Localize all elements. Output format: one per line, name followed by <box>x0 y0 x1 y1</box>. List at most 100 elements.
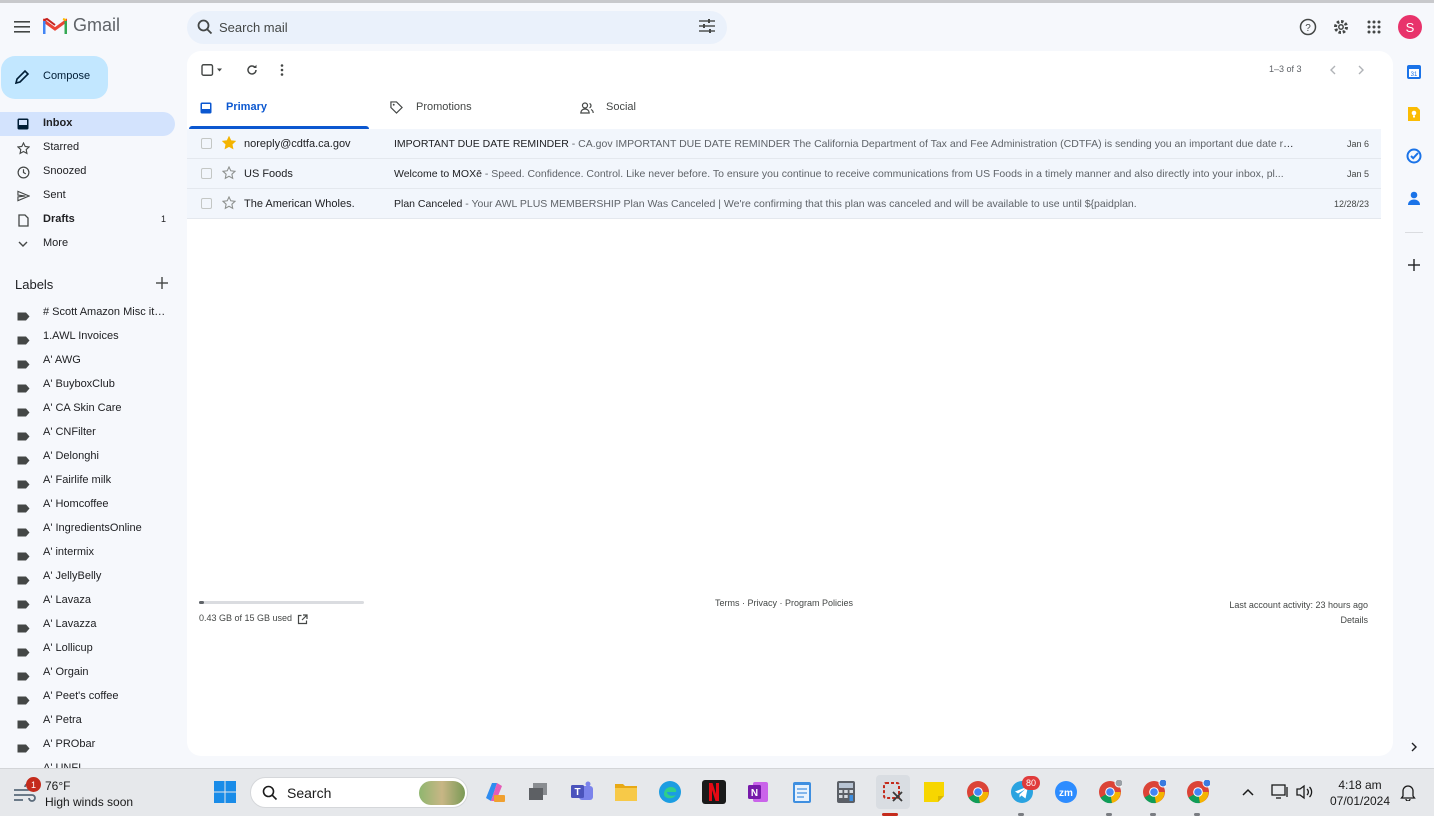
hide-side-panel-button[interactable] <box>1405 738 1423 756</box>
pagination-text: 1–3 of 3 <box>1269 64 1302 74</box>
edge-app[interactable] <box>656 778 684 806</box>
email-checkbox[interactable] <box>201 198 212 209</box>
sidebar-label-item[interactable]: A' CNFilter <box>0 420 176 444</box>
volume-button[interactable] <box>1296 784 1314 803</box>
google-apps-button[interactable] <box>1363 16 1385 38</box>
label-name: A' Lavazza <box>43 618 97 630</box>
sidebar-label-item[interactable]: A' intermix <box>0 540 176 564</box>
snipping-tool-app[interactable] <box>876 775 910 809</box>
details-link[interactable]: Details <box>1229 613 1368 628</box>
sidebar-label-item[interactable]: A' Homcoffee <box>0 492 176 516</box>
search-icon <box>262 785 278 801</box>
show-hidden-icons-button[interactable] <box>1242 783 1254 799</box>
search-bar[interactable] <box>187 11 727 44</box>
network-button[interactable] <box>1271 784 1289 803</box>
sidebar-label-item[interactable]: A' PRObar <box>0 732 176 756</box>
copilot-app[interactable] <box>480 778 508 806</box>
sidebar-label-item[interactable]: A' Delonghi <box>0 444 176 468</box>
netflix-app[interactable] <box>700 778 728 806</box>
label-tag-icon <box>17 548 30 564</box>
calculator-app[interactable] <box>832 778 860 806</box>
sidebar-label-item[interactable]: A' Orgain <box>0 660 176 684</box>
refresh-button[interactable] <box>245 63 259 77</box>
sidebar-item-drafts[interactable]: Drafts 1 <box>0 208 176 232</box>
label-name: A' Orgain <box>43 666 89 678</box>
sidebar-label-item[interactable]: 1.AWL Invoices <box>0 324 176 348</box>
tab-promotions[interactable]: Promotions <box>377 89 559 129</box>
teams-app[interactable]: T <box>568 778 596 806</box>
open-storage-button[interactable] <box>297 612 308 628</box>
support-button[interactable]: ? <box>1297 16 1319 38</box>
sidebar-item-sent[interactable]: Sent <box>0 184 176 208</box>
older-page-button[interactable] <box>1354 63 1368 77</box>
select-all-checkbox[interactable] <box>201 63 225 77</box>
notepad-app[interactable] <box>788 778 816 806</box>
taskbar-search[interactable]: Search <box>250 777 468 808</box>
star-icon[interactable] <box>221 135 237 150</box>
calendar-addon[interactable]: 31 <box>1405 63 1423 81</box>
notifications-button[interactable] <box>1400 783 1416 804</box>
chrome-profile-2-app[interactable] <box>1140 778 1168 806</box>
search-options-icon[interactable] <box>699 19 715 33</box>
create-label-button[interactable] <box>156 276 168 292</box>
sidebar-item-inbox[interactable]: Inbox <box>0 112 175 136</box>
sidebar-item-starred[interactable]: Starred <box>0 136 176 160</box>
sticky-notes-app[interactable] <box>920 778 948 806</box>
chrome-profile-1-app[interactable] <box>1096 778 1124 806</box>
tasks-addon[interactable] <box>1405 147 1423 165</box>
zoom-app[interactable]: zm <box>1052 778 1080 806</box>
tab-primary[interactable]: Primary <box>187 89 369 129</box>
more-actions-button[interactable] <box>275 63 289 77</box>
sidebar-item-snoozed[interactable]: Snoozed <box>0 160 176 184</box>
get-addons-button[interactable] <box>1405 256 1423 274</box>
taskbar-clock[interactable]: 4:18 am 07/01/2024 <box>1325 777 1395 809</box>
start-button[interactable] <box>211 778 239 806</box>
sidebar-label-item[interactable]: # Scott Amazon Misc ite... <box>0 300 176 324</box>
sidebar-label-item[interactable]: A' AWG <box>0 348 176 372</box>
task-view-app[interactable] <box>524 778 552 806</box>
sidebar-label-item[interactable]: A' BuyboxClub <box>0 372 176 396</box>
sidebar-label-item[interactable]: A' Lavaza <box>0 588 176 612</box>
tab-social[interactable]: Social <box>567 89 749 129</box>
onenote-app[interactable]: N <box>744 778 772 806</box>
sidebar-label-item[interactable]: A' JellyBelly <box>0 564 176 588</box>
star-icon[interactable] <box>221 195 237 210</box>
activity-text: Last account activity: 23 hours ago <box>1229 600 1368 610</box>
email-checkbox[interactable] <box>201 168 212 179</box>
gear-icon <box>1334 20 1348 34</box>
sidebar-label-item[interactable]: A' CA Skin Care <box>0 396 176 420</box>
compose-button[interactable]: Compose <box>1 56 108 99</box>
email-row[interactable]: US Foods Welcome to MOXē - Speed. Confide… <box>187 159 1381 189</box>
contacts-addon[interactable] <box>1405 189 1423 207</box>
chevron-right-icon <box>1358 65 1364 75</box>
chrome-profile-3-app[interactable] <box>1184 778 1212 806</box>
keep-addon[interactable] <box>1405 105 1423 123</box>
sidebar-label-item[interactable]: A' UNFI <box>0 756 176 768</box>
email-row[interactable]: The American Wholes. Plan Canceled - Your… <box>187 189 1381 219</box>
email-checkbox[interactable] <box>201 138 212 149</box>
storage-meter: 0.43 GB of 15 GB used <box>199 601 364 625</box>
sidebar-label-item[interactable]: A' IngredientsOnline <box>0 516 176 540</box>
star-icon[interactable] <box>221 165 237 180</box>
account-avatar[interactable]: S <box>1398 15 1422 39</box>
sidebar-label-item[interactable]: A' Peet's coffee <box>0 684 176 708</box>
chrome-app[interactable] <box>964 778 992 806</box>
file-explorer-app[interactable] <box>612 778 640 806</box>
gmail-logo[interactable]: Gmail <box>43 15 120 36</box>
settings-button[interactable] <box>1330 16 1352 38</box>
label-tag-icon <box>17 596 30 612</box>
email-sender: noreply@cdtfa.ca.gov <box>244 138 351 150</box>
email-row[interactable]: noreply@cdtfa.ca.gov IMPORTANT DUE DATE R… <box>187 129 1381 159</box>
search-input[interactable] <box>219 17 679 38</box>
weather-widget[interactable]: 1 76°F High winds soon <box>12 777 172 811</box>
sidebar-label-item[interactable]: A' Fairlife milk <box>0 468 176 492</box>
footer-links[interactable]: Terms · Privacy · Program Policies <box>715 598 853 608</box>
search-icon[interactable] <box>197 19 213 35</box>
newer-page-button[interactable] <box>1325 63 1339 77</box>
sidebar-label-item[interactable]: A' Lollicup <box>0 636 176 660</box>
sidebar-label-item[interactable]: A' Lavazza <box>0 612 176 636</box>
label-tag-icon <box>17 572 30 588</box>
sidebar-label-item[interactable]: A' Petra <box>0 708 176 732</box>
sidebar-item-more[interactable]: More <box>0 232 176 256</box>
main-menu-button[interactable] <box>10 15 34 39</box>
